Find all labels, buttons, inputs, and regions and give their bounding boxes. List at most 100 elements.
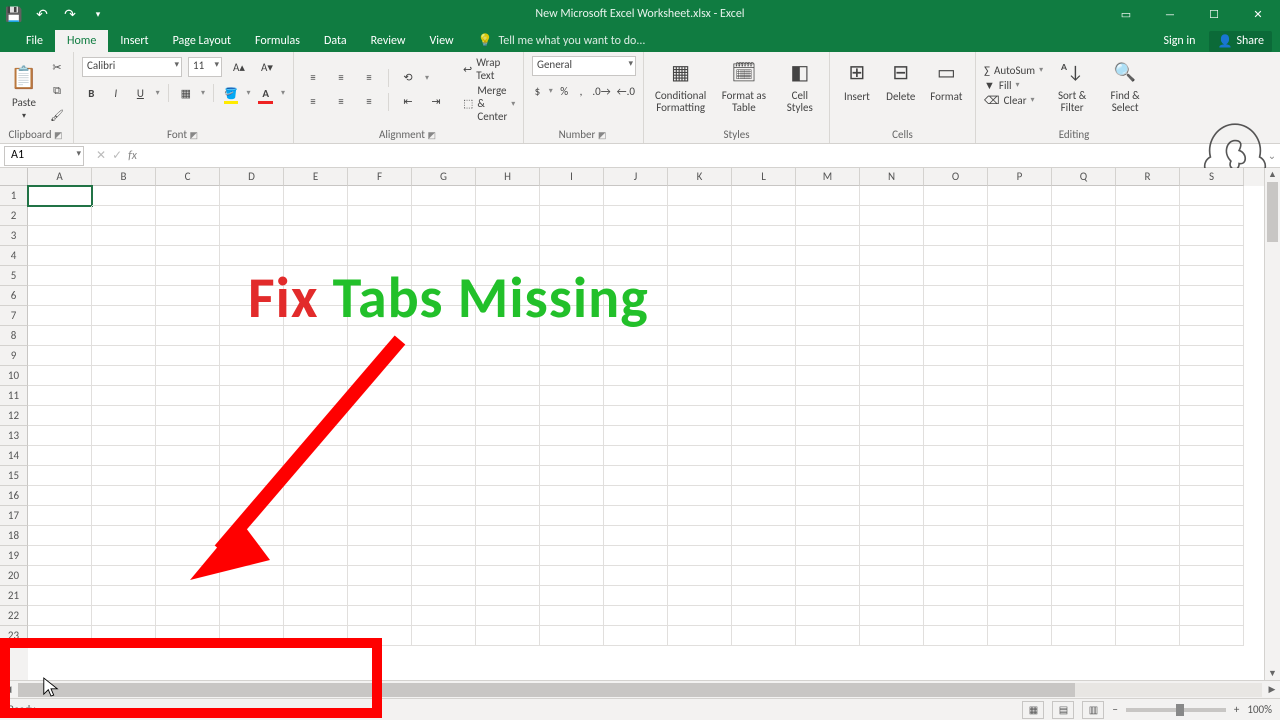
cell[interactable] xyxy=(924,246,988,266)
page-break-view-icon[interactable]: ▥ xyxy=(1082,701,1104,719)
vscroll-thumb[interactable] xyxy=(1267,182,1278,242)
cell[interactable] xyxy=(92,286,156,306)
cell[interactable] xyxy=(1180,566,1244,586)
cell[interactable] xyxy=(796,626,860,646)
cell[interactable] xyxy=(860,526,924,546)
cell[interactable] xyxy=(156,586,220,606)
merge-center-button[interactable]: ⬚Merge & Center▾ xyxy=(463,84,515,123)
cell[interactable] xyxy=(988,486,1052,506)
cell[interactable] xyxy=(476,346,540,366)
cell[interactable] xyxy=(476,606,540,626)
cell[interactable] xyxy=(1180,346,1244,366)
cell[interactable] xyxy=(668,626,732,646)
cell[interactable] xyxy=(28,566,92,586)
cell[interactable] xyxy=(1052,606,1116,626)
row-header[interactable]: 22 xyxy=(0,606,28,626)
cell[interactable] xyxy=(668,466,732,486)
cell[interactable] xyxy=(540,206,604,226)
cell[interactable] xyxy=(540,446,604,466)
cell[interactable] xyxy=(284,446,348,466)
cell[interactable] xyxy=(1180,546,1244,566)
col-header[interactable]: C xyxy=(156,168,220,186)
cell[interactable] xyxy=(1180,246,1244,266)
cell[interactable] xyxy=(988,246,1052,266)
font-size-dropdown[interactable]: 11 xyxy=(188,57,222,77)
zoom-in-icon[interactable]: + xyxy=(1234,703,1239,716)
cell[interactable] xyxy=(604,546,668,566)
cell[interactable] xyxy=(28,486,92,506)
cell[interactable] xyxy=(412,506,476,526)
cell[interactable] xyxy=(284,506,348,526)
cell[interactable] xyxy=(284,226,348,246)
cell[interactable] xyxy=(860,206,924,226)
decrease-decimal-icon[interactable]: ←.0 xyxy=(617,80,635,102)
align-center-icon[interactable]: ≡ xyxy=(330,91,352,113)
col-header[interactable]: D xyxy=(220,168,284,186)
cell[interactable] xyxy=(412,606,476,626)
cell[interactable] xyxy=(860,346,924,366)
currency-icon[interactable]: $ xyxy=(532,80,543,102)
col-header[interactable]: J xyxy=(604,168,668,186)
col-header[interactable]: E xyxy=(284,168,348,186)
cell[interactable] xyxy=(860,466,924,486)
cell[interactable] xyxy=(1116,466,1180,486)
cell[interactable] xyxy=(1116,186,1180,206)
cell[interactable] xyxy=(796,506,860,526)
cell[interactable] xyxy=(28,306,92,326)
col-header[interactable]: S xyxy=(1180,168,1244,186)
format-as-table-button[interactable]: 🗓Format as Table xyxy=(715,56,772,114)
column-headers[interactable]: ABCDEFGHIJKLMNOPQRS xyxy=(28,168,1264,186)
cell[interactable] xyxy=(476,586,540,606)
row-header[interactable]: 7 xyxy=(0,306,28,326)
cell[interactable] xyxy=(732,366,796,386)
cell[interactable] xyxy=(732,586,796,606)
cell[interactable] xyxy=(540,466,604,486)
col-header[interactable]: R xyxy=(1116,168,1180,186)
cell[interactable] xyxy=(668,366,732,386)
cell[interactable] xyxy=(284,206,348,226)
cell[interactable] xyxy=(156,406,220,426)
cell[interactable] xyxy=(604,506,668,526)
cell[interactable] xyxy=(348,426,412,446)
cell[interactable] xyxy=(604,206,668,226)
cell[interactable] xyxy=(860,306,924,326)
fill-color-icon[interactable]: 🪣 xyxy=(222,82,241,104)
row-header[interactable]: 3 xyxy=(0,226,28,246)
cell[interactable] xyxy=(732,326,796,346)
cell[interactable] xyxy=(1180,466,1244,486)
cell[interactable] xyxy=(924,506,988,526)
underline-button[interactable]: U xyxy=(131,82,150,104)
qat-customize-icon[interactable]: ▾ xyxy=(84,0,112,28)
cell[interactable] xyxy=(1116,426,1180,446)
font-name-dropdown[interactable]: Calibri xyxy=(82,57,182,77)
cells-area[interactable] xyxy=(28,186,1264,680)
cell[interactable] xyxy=(156,386,220,406)
cell[interactable] xyxy=(1116,446,1180,466)
cell[interactable] xyxy=(732,266,796,286)
cell[interactable] xyxy=(988,346,1052,366)
cell[interactable] xyxy=(220,186,284,206)
cell[interactable] xyxy=(412,426,476,446)
redo-icon[interactable]: ↷ xyxy=(56,0,84,28)
cell[interactable] xyxy=(28,446,92,466)
cell[interactable] xyxy=(1052,626,1116,646)
cell[interactable] xyxy=(604,566,668,586)
cell[interactable] xyxy=(540,606,604,626)
cell[interactable] xyxy=(860,326,924,346)
row-header[interactable]: 8 xyxy=(0,326,28,346)
close-icon[interactable]: ✕ xyxy=(1236,0,1280,28)
cell[interactable] xyxy=(732,406,796,426)
cell[interactable] xyxy=(156,186,220,206)
col-header[interactable]: L xyxy=(732,168,796,186)
cell[interactable] xyxy=(988,546,1052,566)
tab-formulas[interactable]: Formulas xyxy=(243,30,312,52)
cell[interactable] xyxy=(92,366,156,386)
cell[interactable] xyxy=(860,226,924,246)
cell[interactable] xyxy=(476,226,540,246)
cell[interactable] xyxy=(156,366,220,386)
increase-indent-icon[interactable]: ⇥ xyxy=(425,91,447,113)
cell[interactable] xyxy=(476,486,540,506)
cell[interactable] xyxy=(92,186,156,206)
cell[interactable] xyxy=(1052,486,1116,506)
name-box[interactable]: A1 xyxy=(4,146,84,166)
